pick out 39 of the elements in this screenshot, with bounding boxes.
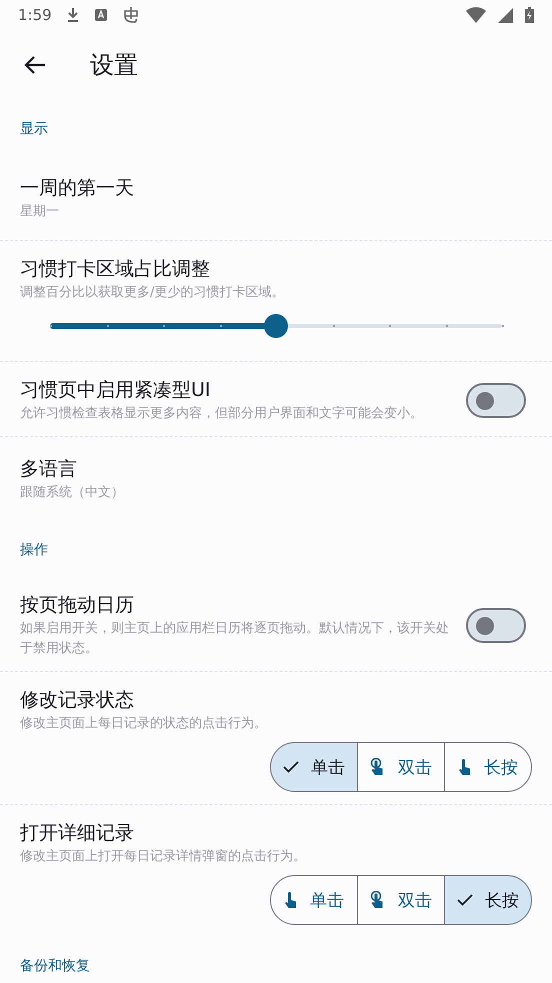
setting-description: 调整百分比以获取更多/更少的习惯打卡区域。 [20,284,286,302]
setting-description: 修改主页面上打开每日记录详情弹窗的点击行为。 [20,848,307,866]
segment-button[interactable]: 长按 [444,742,532,792]
setting-value: 跟随系统（中文） [20,484,125,502]
setting-description: 允许习惯检查表格显示更多内容，但部分用户界面和文字可能会变小。 [20,405,424,423]
segment-button[interactable]: 单击 [270,742,358,792]
battery-icon [525,7,534,23]
segment-button[interactable]: 单击 [270,875,358,925]
setting-title: 习惯页中启用紧凑型UI [20,378,212,403]
setting-title: 打开详细记录 [20,821,135,846]
segment-button[interactable]: 双击 [357,875,445,925]
slider-thumb[interactable] [264,314,288,338]
setting-title: 习惯打卡区域占比调整 [20,257,211,282]
segment-button[interactable]: 双击 [357,742,445,792]
setting-description: 修改主页面上每日记录的状态的点击行为。 [20,715,268,733]
setting-description: 如果启用开关，则主页上的应用栏日历将逐页拖动。默认情况下，该开关处于禁用状态。 [20,620,450,658]
bug-icon [122,6,140,24]
setting-value: 星期一 [20,203,60,221]
tap-icon [284,891,298,909]
toggle-switch[interactable] [466,608,526,642]
setting-title[interactable]: 一周的第一天 [20,174,532,202]
section-header: 显示 [19,120,49,139]
download-icon [66,7,80,23]
section-header: 操作 [19,541,49,560]
setting-title: 按页拖动日历 [20,593,135,618]
check-icon [457,894,473,906]
wifi-icon [466,7,486,23]
signal-icon [498,8,513,22]
section-header: 备份和恢复 [19,957,91,976]
back-arrow-icon[interactable] [24,55,46,75]
setting-title: 修改记录状态 [20,688,135,713]
status-time: 1:59 [18,6,52,24]
check-icon [283,761,299,773]
tap-icon [458,758,472,776]
page-title: 设置 [90,50,138,81]
toggle-switch[interactable] [466,382,526,418]
setting-title[interactable]: 多语言 [20,455,532,483]
segment-button[interactable]: 长按 [444,875,532,925]
keyboard-icon [94,8,108,22]
